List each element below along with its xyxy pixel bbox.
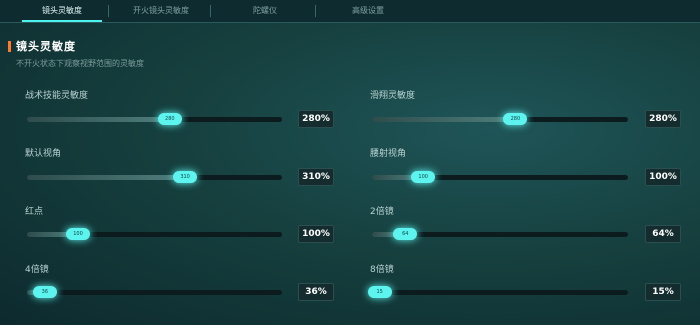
- slider-handle-default-view[interactable]: 310: [173, 171, 198, 183]
- value-field-hip-fire-view[interactable]: 100%: [645, 168, 681, 186]
- slider-track-4x-scope[interactable]: 36: [27, 286, 282, 298]
- tab-divider: [108, 5, 109, 17]
- top-tab-bar: 镜头灵敏度 开火镜头灵敏度 陀螺仪 高级设置: [0, 0, 700, 23]
- slider-handle-8x-scope[interactable]: 15: [367, 286, 392, 298]
- slider-handle-tactical-skill[interactable]: 280: [157, 113, 182, 125]
- section-marker: [8, 41, 11, 52]
- slider-track-2x-scope[interactable]: 64: [372, 228, 628, 240]
- section-title: 镜头灵敏度: [16, 40, 76, 53]
- tab-divider: [210, 5, 211, 17]
- slider-fill: [27, 117, 170, 122]
- slider-handle-2x-scope[interactable]: 64: [393, 228, 418, 240]
- setting-label-default-view: 默认视角: [25, 149, 62, 159]
- slider-track-default-view[interactable]: 310: [27, 171, 282, 183]
- setting-label-8x-scope: 8倍镜: [370, 265, 394, 275]
- tab-fire-camera-sensitivity[interactable]: 开火镜头灵敏度: [118, 4, 204, 20]
- value-field-red-dot[interactable]: 100%: [298, 225, 334, 243]
- value-field-4x-scope[interactable]: 36%: [298, 283, 334, 301]
- slider-handle-glide[interactable]: 280: [503, 113, 528, 125]
- slider-fill: [27, 175, 186, 180]
- slider-handle-4x-scope[interactable]: 36: [32, 286, 57, 298]
- slider-handle-red-dot[interactable]: 100: [66, 228, 90, 240]
- slider-track-tactical-skill[interactable]: 280: [27, 113, 282, 125]
- value-field-tactical-skill[interactable]: 280%: [298, 110, 334, 128]
- tab-divider: [315, 5, 316, 17]
- value-field-glide[interactable]: 280%: [645, 110, 681, 128]
- tab-camera-sensitivity[interactable]: 镜头灵敏度: [22, 4, 102, 22]
- setting-label-red-dot: 红点: [25, 207, 44, 217]
- tab-advanced-settings[interactable]: 高级设置: [328, 4, 408, 20]
- slider-track-glide[interactable]: 280: [372, 113, 628, 125]
- setting-label-2x-scope: 2倍镜: [370, 207, 394, 217]
- setting-label-tactical-skill: 战术技能灵敏度: [25, 91, 89, 101]
- setting-label-glide: 滑翔灵敏度: [370, 91, 416, 101]
- setting-label-4x-scope: 4倍镜: [25, 265, 49, 275]
- section-description: 不开火状态下观察视野范围的灵敏度: [16, 59, 144, 68]
- slider-handle-hip-fire-view[interactable]: 100: [411, 171, 436, 183]
- slider-fill: [372, 117, 516, 122]
- slider-track-8x-scope[interactable]: 15: [367, 286, 628, 298]
- value-field-2x-scope[interactable]: 64%: [645, 225, 681, 243]
- setting-label-hip-fire-view: 腰射视角: [370, 149, 407, 159]
- slider-track-red-dot[interactable]: 100: [27, 228, 282, 240]
- value-field-8x-scope[interactable]: 15%: [645, 283, 681, 301]
- value-field-default-view[interactable]: 310%: [298, 168, 334, 186]
- tab-gyroscope[interactable]: 陀螺仪: [225, 4, 305, 20]
- slider-track-hip-fire-view[interactable]: 100: [372, 171, 628, 183]
